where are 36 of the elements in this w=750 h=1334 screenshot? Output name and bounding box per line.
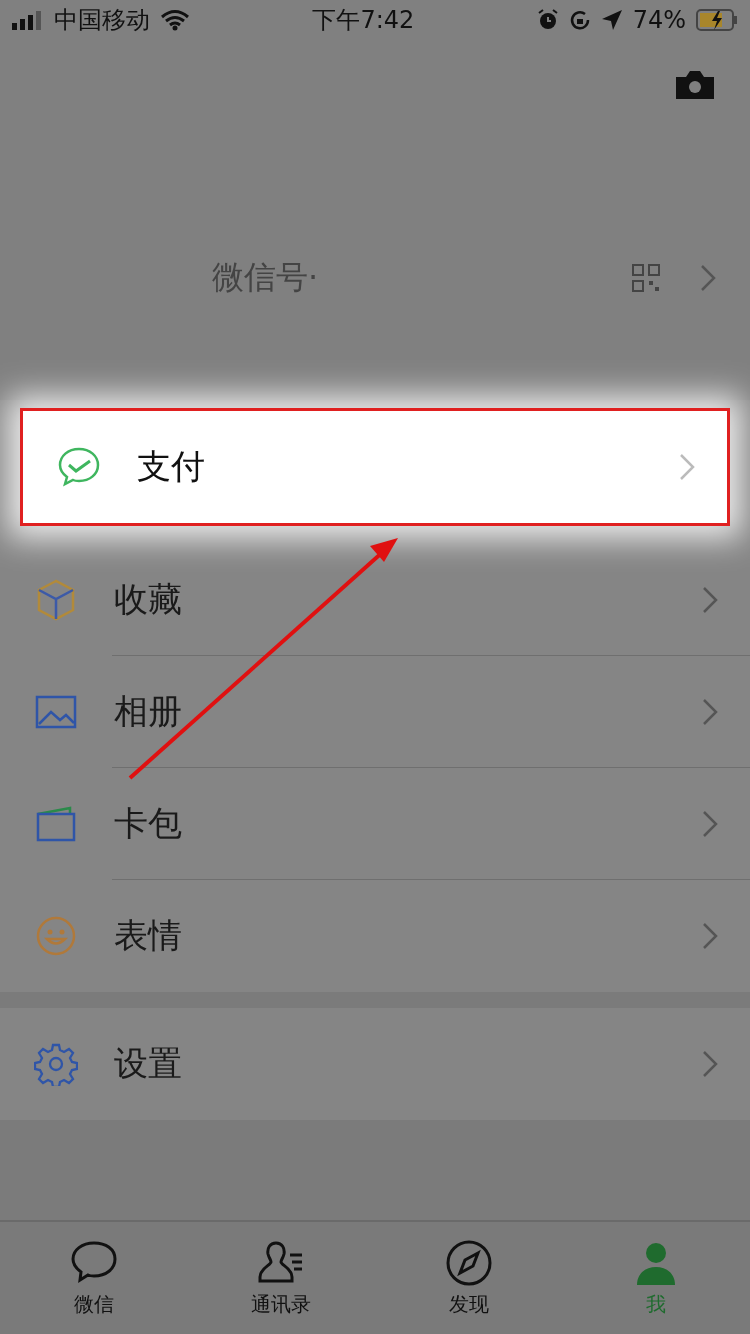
menu-row[interactable]: 支付: [20, 408, 730, 526]
chevron-icon: [702, 698, 718, 726]
menu-label: 支付: [137, 445, 206, 488]
chevron-icon: [702, 586, 718, 614]
menu-label: 收藏: [114, 578, 183, 621]
menu-label: 相册: [114, 690, 183, 733]
menu-label: 卡包: [114, 802, 183, 845]
rotation-lock-icon: [568, 9, 591, 31]
chat-check-icon: [57, 445, 101, 489]
chevron-icon: [702, 922, 718, 950]
menu-row[interactable]: 相册: [0, 656, 750, 768]
smiley-icon: [34, 914, 78, 958]
chevron-icon: [700, 264, 716, 292]
menu-label: 设置: [114, 1042, 183, 1085]
status-time: 下午7:42: [312, 5, 415, 36]
menu-row[interactable]: 表情: [0, 880, 750, 992]
tab-item[interactable]: 通讯录: [187, 1222, 375, 1334]
battery-percent: 74%: [632, 6, 686, 34]
carrier-name: 中国移动: [54, 5, 150, 36]
menu-row[interactable]: 卡包: [0, 768, 750, 880]
chevron-icon: [679, 453, 695, 481]
menu-row[interactable]: 收藏: [0, 544, 750, 656]
tab-item[interactable]: 微信: [0, 1222, 188, 1334]
menu-row[interactable]: 设置: [0, 1008, 750, 1120]
chevron-icon: [702, 1050, 718, 1078]
wechat-id-label: 微信号·: [212, 257, 320, 298]
camera-icon[interactable]: [674, 69, 716, 101]
chevron-icon: [702, 810, 718, 838]
location-arrow-icon: [600, 9, 623, 31]
signal-icon: [12, 10, 44, 30]
menu-label: 表情: [114, 914, 183, 957]
settings-icon: [34, 1042, 78, 1086]
qr-code-icon[interactable]: [632, 264, 660, 292]
tab-item[interactable]: 发现: [375, 1222, 563, 1334]
alarm-icon: [536, 9, 559, 31]
wifi-icon: [160, 9, 190, 31]
